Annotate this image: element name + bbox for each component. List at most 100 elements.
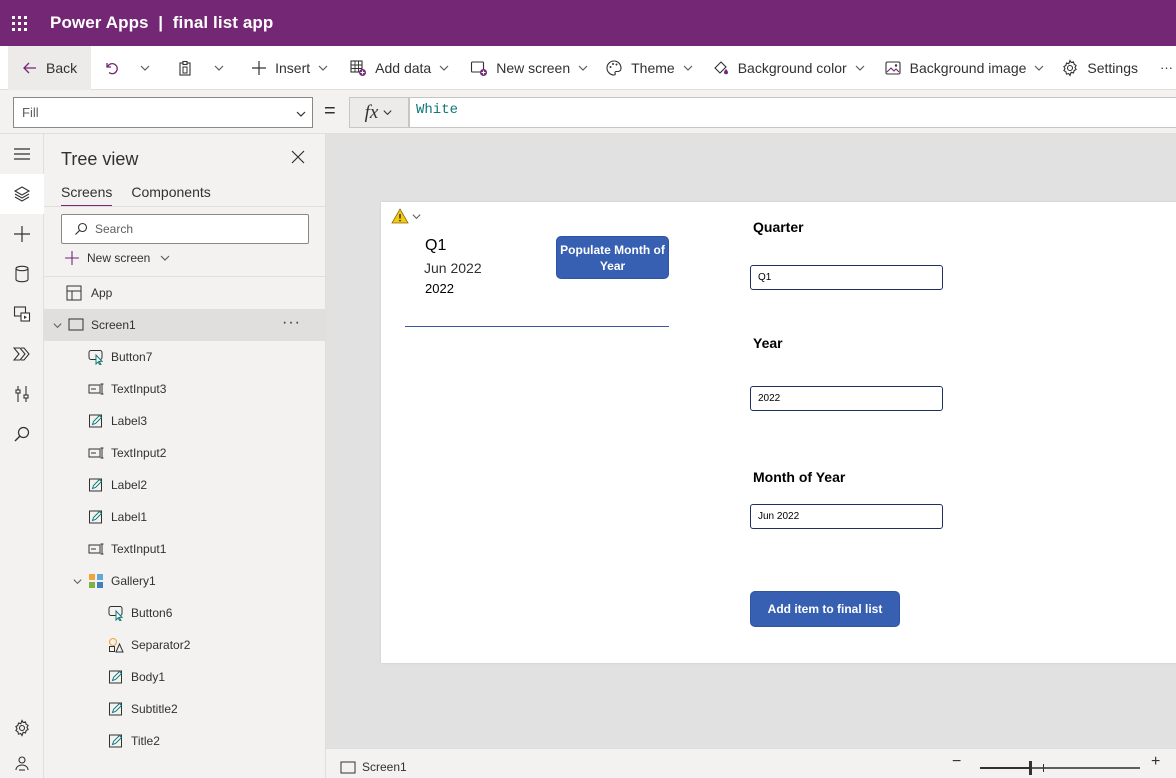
warning-icon[interactable]	[391, 208, 409, 224]
paste-button[interactable]	[171, 46, 199, 90]
screen-selector[interactable]: Screen1	[340, 760, 407, 774]
label-icon	[109, 670, 123, 684]
insert-rail-button[interactable]	[0, 214, 44, 254]
tree-view-panel: Tree view Screens Components Search New …	[44, 134, 326, 778]
zoom-slider-fill	[980, 767, 1030, 769]
close-icon[interactable]	[291, 150, 305, 164]
chevron-down-icon[interactable]	[72, 576, 83, 587]
insert-button[interactable]: Insert	[245, 46, 335, 90]
label-icon	[109, 702, 123, 716]
search-icon	[14, 426, 30, 442]
chevron-down-icon	[214, 65, 224, 71]
settings-button[interactable]: Settings	[1055, 46, 1144, 90]
data-button[interactable]	[0, 254, 44, 294]
month-of-year-label[interactable]: Month of Year	[753, 469, 845, 485]
app-icon	[66, 285, 82, 301]
chevron-down-icon	[140, 65, 150, 71]
quarter-label[interactable]: Quarter	[753, 219, 804, 235]
app-screen[interactable]: Q1 Jun 2022 2022 Populate Month of Year …	[381, 202, 1176, 663]
tree-view-button[interactable]	[0, 174, 44, 214]
media-button[interactable]	[0, 294, 44, 334]
tree-node-separator2[interactable]: Separator2	[44, 629, 326, 661]
tab-components[interactable]: Components	[131, 184, 210, 207]
zoom-out-button[interactable]: −	[952, 753, 961, 771]
tree-node-textinput1[interactable]: TextInput1	[44, 533, 326, 565]
new-screen-link[interactable]: New screen	[65, 251, 171, 265]
zoom-slider-thumb[interactable]	[1029, 761, 1032, 775]
undo-menu-button[interactable]	[133, 46, 157, 90]
paint-bucket-icon	[713, 60, 728, 74]
power-automate-button[interactable]	[0, 334, 44, 374]
chevron-down-icon[interactable]	[52, 320, 63, 331]
paste-menu-button[interactable]	[207, 46, 231, 90]
gallery-body[interactable]: 2022	[425, 281, 454, 296]
new-screen-icon	[471, 60, 488, 76]
zoom-slider[interactable]	[980, 767, 1140, 769]
zoom-in-button[interactable]: +	[1151, 753, 1160, 771]
image-icon	[885, 60, 901, 75]
year-input[interactable]: 2022	[750, 386, 943, 411]
tab-screens[interactable]: Screens	[61, 184, 113, 207]
search-rail-button[interactable]	[0, 414, 44, 454]
new-screen-button[interactable]: New screen	[464, 46, 595, 90]
arrow-left-icon	[23, 62, 36, 73]
power-automate-icon	[13, 347, 30, 361]
gallery-separator[interactable]	[405, 326, 669, 327]
property-dropdown[interactable]: Fill	[13, 97, 313, 128]
tree-node-textinput3[interactable]: TextInput3	[44, 373, 326, 405]
background-image-button[interactable]: Background image	[878, 46, 1052, 90]
gallery-subtitle[interactable]: Jun 2022	[424, 260, 482, 276]
background-color-button[interactable]: Background color	[706, 46, 872, 90]
tree-node-textinput2[interactable]: TextInput2	[44, 437, 326, 469]
hamburger-icon	[14, 148, 30, 160]
formula-input[interactable]: White	[409, 97, 1176, 128]
tree-node-app[interactable]: App	[44, 277, 326, 309]
chevron-down-icon	[383, 110, 392, 116]
more-commands-button[interactable]: ···	[1154, 46, 1176, 90]
quarter-input[interactable]: Q1	[750, 265, 943, 290]
text-input-icon	[88, 543, 104, 555]
database-add-icon	[350, 59, 367, 76]
settings-rail-button[interactable]	[0, 708, 44, 748]
more-options-button[interactable]: ···	[282, 314, 301, 332]
plus-icon	[252, 60, 267, 75]
tree-node-label1[interactable]: Label1	[44, 501, 326, 533]
add-data-button[interactable]: Add data	[343, 46, 456, 90]
tree-search-input[interactable]: Search	[61, 214, 309, 244]
tree-node-title2[interactable]: Title2	[44, 725, 326, 757]
label-icon	[89, 510, 103, 524]
function-button[interactable]: fx	[349, 97, 409, 128]
tree-node-subtitle2[interactable]: Subtitle2	[44, 693, 326, 725]
tree-node-body1[interactable]: Body1	[44, 661, 326, 693]
formula-bar: Fill = fx White	[0, 90, 1176, 134]
tree-node-label2[interactable]: Label2	[44, 469, 326, 501]
clipboard-icon	[179, 60, 191, 76]
gallery-title[interactable]: Q1	[425, 237, 446, 255]
label-icon	[89, 414, 103, 428]
chevron-down-icon	[855, 65, 865, 71]
tree-node-label3[interactable]: Label3	[44, 405, 326, 437]
chevron-down-icon	[439, 65, 449, 71]
tree-node-gallery1[interactable]: Gallery1	[44, 565, 326, 597]
tree-node-button6[interactable]: Button6	[44, 597, 326, 629]
plus-icon	[65, 251, 79, 265]
populate-month-button[interactable]: Populate Month of Year	[556, 236, 669, 279]
menu-button[interactable]	[0, 134, 44, 174]
tree-view-title: Tree view	[61, 149, 139, 169]
chevron-down-icon[interactable]	[411, 211, 422, 222]
month-of-year-input[interactable]: Jun 2022	[750, 504, 943, 529]
gallery-icon	[89, 574, 103, 588]
theme-button[interactable]: Theme	[599, 46, 700, 90]
undo-icon	[106, 62, 118, 74]
tree-node-screen1[interactable]: Screen1 ···	[44, 309, 326, 341]
advanced-tools-button[interactable]	[0, 374, 44, 414]
back-button[interactable]: Back	[8, 45, 92, 90]
virtual-agent-button[interactable]	[0, 748, 44, 778]
app-launcher-icon[interactable]	[0, 0, 38, 46]
tree-node-button7[interactable]: Button7	[44, 341, 326, 373]
text-input-icon	[88, 447, 104, 459]
year-label[interactable]: Year	[753, 335, 783, 351]
undo-button[interactable]	[97, 46, 125, 90]
screen-icon	[340, 761, 356, 773]
add-item-button[interactable]: Add item to final list	[750, 591, 900, 627]
